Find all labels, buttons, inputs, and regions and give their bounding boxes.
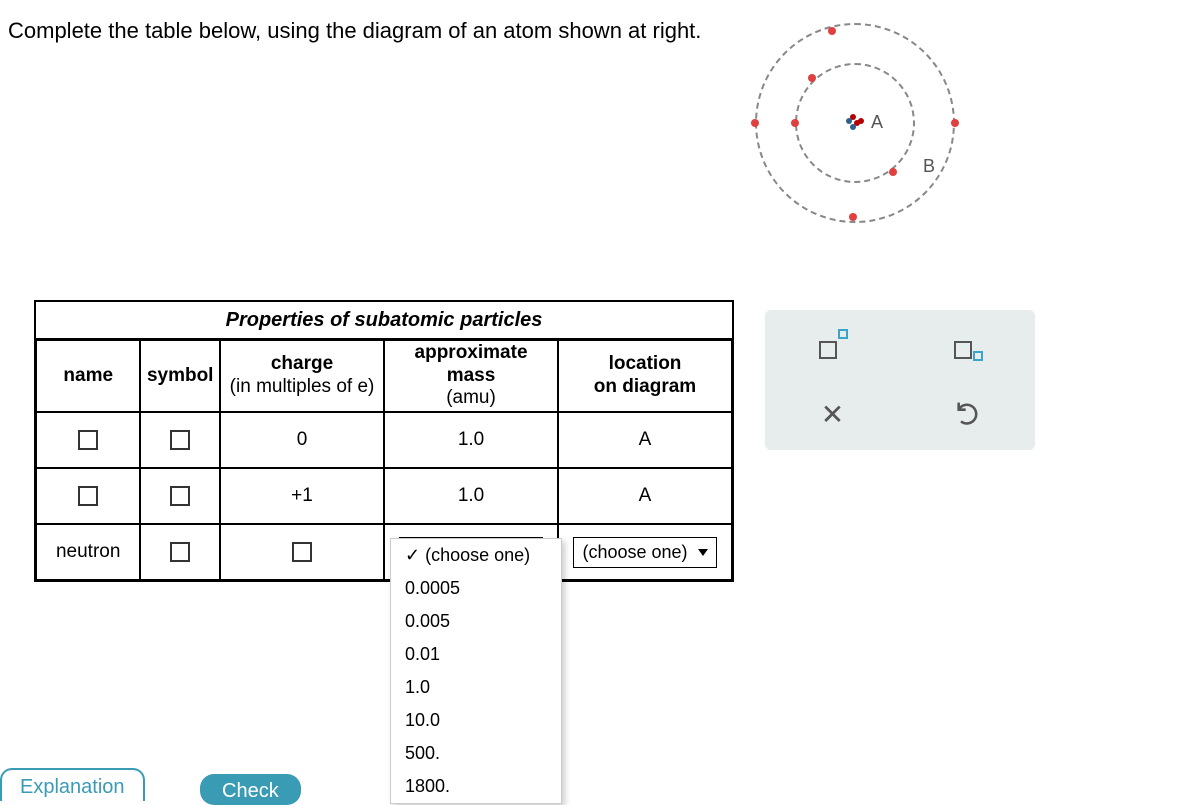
nucleus [846, 114, 864, 132]
atom-diagram: A B [740, 8, 970, 238]
dropdown-option[interactable]: 10.0 [391, 704, 561, 737]
col-header-name: name [36, 340, 140, 412]
symbol-input[interactable] [170, 542, 190, 562]
electron [791, 119, 799, 127]
dropdown-option[interactable]: 1.0 [391, 671, 561, 704]
table-row: 0 1.0 A [36, 412, 732, 468]
subscript-button[interactable] [943, 320, 993, 370]
mass-dropdown: (choose one) 0.0005 0.005 0.01 1.0 10.0 … [390, 538, 562, 804]
charge-value: 0 [220, 412, 384, 468]
col-header-location: location on diagram [558, 340, 732, 412]
location-value: A [558, 468, 732, 524]
electron [808, 74, 816, 82]
superscript-icon [819, 331, 847, 359]
diagram-label-b: B [923, 156, 935, 177]
location-value: A [558, 412, 732, 468]
clear-button[interactable]: ✕ [808, 390, 858, 440]
electron [828, 27, 836, 35]
charge-input[interactable] [292, 542, 312, 562]
location-select[interactable]: (choose one) [573, 537, 716, 568]
particles-table: Properties of subatomic particles name s… [34, 300, 734, 582]
col-header-mass: approximate mass (amu) [384, 340, 558, 412]
question-prompt: Complete the table below, using the diag… [8, 18, 701, 44]
undo-button[interactable] [943, 390, 993, 440]
subscript-icon [954, 331, 982, 359]
dropdown-option[interactable]: 0.01 [391, 638, 561, 671]
diagram-label-a: A [871, 112, 883, 133]
electron [849, 213, 857, 221]
tool-panel: ✕ [765, 310, 1035, 450]
dropdown-option-selected[interactable]: (choose one) [391, 539, 561, 572]
mass-value: 1.0 [384, 412, 558, 468]
name-value: neutron [36, 524, 140, 580]
dropdown-option[interactable]: 0.005 [391, 605, 561, 638]
charge-value: +1 [220, 468, 384, 524]
dropdown-option[interactable]: 1800. [391, 770, 561, 803]
col-header-symbol: symbol [140, 340, 220, 412]
close-icon: ✕ [821, 401, 844, 429]
electron [751, 119, 759, 127]
undo-icon [954, 398, 982, 432]
superscript-button[interactable] [808, 320, 858, 370]
explanation-tab[interactable]: Explanation [0, 768, 145, 801]
electron [951, 119, 959, 127]
table-row: neutron ✓ (choose one) (choose one) [36, 524, 732, 580]
symbol-input[interactable] [170, 430, 190, 450]
col-header-charge: charge (in multiples of e) [220, 340, 384, 412]
electron [889, 168, 897, 176]
table-header-row: name symbol charge (in multiples of e) a… [36, 340, 732, 412]
dropdown-option[interactable]: 0.0005 [391, 572, 561, 605]
table-row: +1 1.0 A [36, 468, 732, 524]
mass-value: 1.0 [384, 468, 558, 524]
dropdown-option[interactable]: 500. [391, 737, 561, 770]
name-input[interactable] [78, 486, 98, 506]
symbol-input[interactable] [170, 486, 190, 506]
table-title: Properties of subatomic particles [36, 302, 732, 340]
name-input[interactable] [78, 430, 98, 450]
check-button[interactable]: Check [200, 774, 301, 805]
